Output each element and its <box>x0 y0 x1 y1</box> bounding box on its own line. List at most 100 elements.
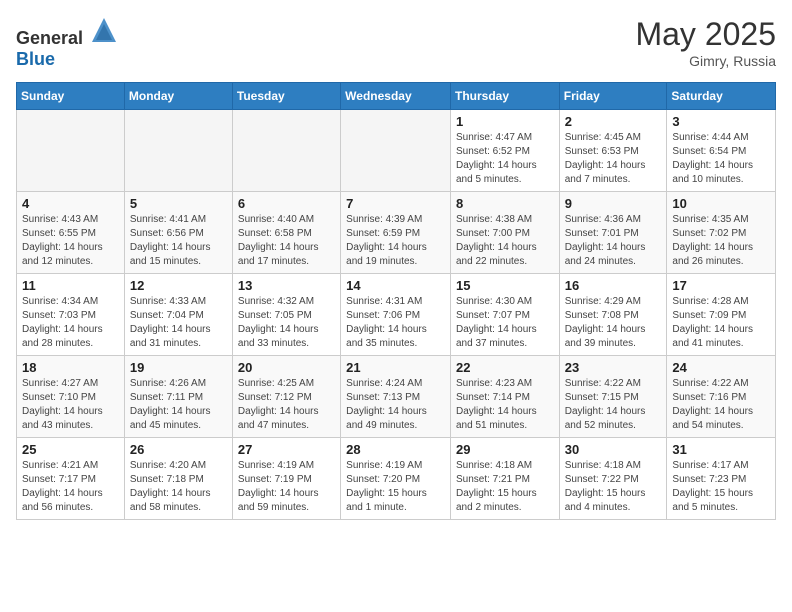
day-number: 14 <box>346 278 445 293</box>
calendar-day-cell: 14 Sunrise: 4:31 AMSunset: 7:06 PMDayligh… <box>341 274 451 356</box>
calendar-day-cell: 15 Sunrise: 4:30 AMSunset: 7:07 PMDayligh… <box>450 274 559 356</box>
day-detail: Sunrise: 4:17 AMSunset: 7:23 PMDaylight:… <box>672 459 770 515</box>
day-number: 17 <box>672 278 770 293</box>
calendar-day-cell: 16Sunrise: 4:29 AMSunset: 7:08 PMDayligh… <box>559 274 667 356</box>
day-number: 9 <box>565 196 662 211</box>
calendar-day-cell: 20 Sunrise: 4:25 AMSunset: 7:12 PMDayligh… <box>232 356 340 438</box>
day-number: 7 <box>346 196 445 211</box>
day-detail: Sunrise: 4:24 AMSunset: 7:13 PMDaylight:… <box>346 377 445 433</box>
calendar-day-cell: 30Sunrise: 4:18 AMSunset: 7:22 PMDayligh… <box>559 438 667 520</box>
day-number: 21 <box>346 360 445 375</box>
day-number: 1 <box>456 114 554 129</box>
calendar-day-cell: 19 Sunrise: 4:26 AMSunset: 7:11 PMDayligh… <box>124 356 232 438</box>
day-number: 8 <box>456 196 554 211</box>
calendar-week-row: 1Sunrise: 4:47 AMSunset: 6:52 PMDaylight… <box>17 110 776 192</box>
calendar-day-cell: 9 Sunrise: 4:36 AMSunset: 7:01 PMDaylight… <box>559 192 667 274</box>
day-of-week-header: Thursday <box>450 83 559 110</box>
day-number: 31 <box>672 442 770 457</box>
calendar-day-cell: 23 Sunrise: 4:22 AMSunset: 7:15 PMDayligh… <box>559 356 667 438</box>
day-number: 12 <box>130 278 227 293</box>
calendar-day-cell: 12 Sunrise: 4:33 AMSunset: 7:04 PMDayligh… <box>124 274 232 356</box>
day-number: 2 <box>565 114 662 129</box>
logo-general: General <box>16 28 83 48</box>
day-detail: Sunrise: 4:20 AMSunset: 7:18 PMDaylight:… <box>130 459 227 515</box>
day-detail: Sunrise: 4:41 AMSunset: 6:56 PMDaylight:… <box>130 213 227 269</box>
calendar-day-cell: 24 Sunrise: 4:22 AMSunset: 7:16 PMDayligh… <box>667 356 776 438</box>
calendar-day-cell <box>17 110 125 192</box>
day-detail: Sunrise: 4:22 AMSunset: 7:15 PMDaylight:… <box>565 377 662 433</box>
day-detail: Sunrise: 4:19 AMSunset: 7:20 PMDaylight:… <box>346 459 445 515</box>
day-number: 19 <box>130 360 227 375</box>
day-number: 11 <box>22 278 119 293</box>
month-title: May 2025 <box>635 16 776 53</box>
day-detail: Sunrise: 4:30 AMSunset: 7:07 PMDaylight:… <box>456 295 554 351</box>
day-detail: Sunrise: 4:35 AMSunset: 7:02 PMDaylight:… <box>672 213 770 269</box>
calendar-day-cell: 1Sunrise: 4:47 AMSunset: 6:52 PMDaylight… <box>450 110 559 192</box>
day-of-week-header: Tuesday <box>232 83 340 110</box>
calendar-day-cell: 26 Sunrise: 4:20 AMSunset: 7:18 PMDayligh… <box>124 438 232 520</box>
calendar-day-cell: 10Sunrise: 4:35 AMSunset: 7:02 PMDayligh… <box>667 192 776 274</box>
day-detail: Sunrise: 4:22 AMSunset: 7:16 PMDaylight:… <box>672 377 770 433</box>
day-number: 13 <box>238 278 335 293</box>
calendar-day-cell: 5 Sunrise: 4:41 AMSunset: 6:56 PMDaylight… <box>124 192 232 274</box>
day-number: 24 <box>672 360 770 375</box>
logo-text: General Blue <box>16 16 118 70</box>
calendar-day-cell: 29Sunrise: 4:18 AMSunset: 7:21 PMDayligh… <box>450 438 559 520</box>
day-detail: Sunrise: 4:19 AMSunset: 7:19 PMDaylight:… <box>238 459 335 515</box>
day-number: 23 <box>565 360 662 375</box>
day-detail: Sunrise: 4:45 AMSunset: 6:53 PMDaylight:… <box>565 131 662 187</box>
day-number: 5 <box>130 196 227 211</box>
day-detail: Sunrise: 4:26 AMSunset: 7:11 PMDaylight:… <box>130 377 227 433</box>
logo-icon <box>90 16 118 44</box>
calendar-day-cell: 18 Sunrise: 4:27 AMSunset: 7:10 PMDayligh… <box>17 356 125 438</box>
day-detail: Sunrise: 4:27 AMSunset: 7:10 PMDaylight:… <box>22 377 119 433</box>
day-of-week-header: Wednesday <box>341 83 451 110</box>
calendar-day-cell: 2 Sunrise: 4:45 AMSunset: 6:53 PMDaylight… <box>559 110 667 192</box>
day-detail: Sunrise: 4:21 AMSunset: 7:17 PMDaylight:… <box>22 459 119 515</box>
calendar-day-cell: 21 Sunrise: 4:24 AMSunset: 7:13 PMDayligh… <box>341 356 451 438</box>
day-detail: Sunrise: 4:39 AMSunset: 6:59 PMDaylight:… <box>346 213 445 269</box>
day-detail: Sunrise: 4:36 AMSunset: 7:01 PMDaylight:… <box>565 213 662 269</box>
logo-blue: Blue <box>16 49 55 69</box>
calendar-table: SundayMondayTuesdayWednesdayThursdayFrid… <box>16 82 776 520</box>
calendar-day-cell: 4Sunrise: 4:43 AMSunset: 6:55 PMDaylight… <box>17 192 125 274</box>
calendar-day-cell: 11Sunrise: 4:34 AMSunset: 7:03 PMDayligh… <box>17 274 125 356</box>
day-number: 27 <box>238 442 335 457</box>
page-header: General Blue May 2025 Gimry, Russia <box>16 16 776 70</box>
calendar-header-row: SundayMondayTuesdayWednesdayThursdayFrid… <box>17 83 776 110</box>
calendar-day-cell: 13Sunrise: 4:32 AMSunset: 7:05 PMDayligh… <box>232 274 340 356</box>
logo: General Blue <box>16 16 118 70</box>
day-detail: Sunrise: 4:44 AMSunset: 6:54 PMDaylight:… <box>672 131 770 187</box>
day-number: 25 <box>22 442 119 457</box>
calendar-day-cell: 17Sunrise: 4:28 AMSunset: 7:09 PMDayligh… <box>667 274 776 356</box>
day-detail: Sunrise: 4:18 AMSunset: 7:22 PMDaylight:… <box>565 459 662 515</box>
title-block: May 2025 Gimry, Russia <box>635 16 776 69</box>
day-detail: Sunrise: 4:38 AMSunset: 7:00 PMDaylight:… <box>456 213 554 269</box>
day-number: 15 <box>456 278 554 293</box>
day-detail: Sunrise: 4:33 AMSunset: 7:04 PMDaylight:… <box>130 295 227 351</box>
calendar-day-cell: 27 Sunrise: 4:19 AMSunset: 7:19 PMDayligh… <box>232 438 340 520</box>
calendar-day-cell: 25 Sunrise: 4:21 AMSunset: 7:17 PMDayligh… <box>17 438 125 520</box>
day-number: 20 <box>238 360 335 375</box>
calendar-day-cell: 28 Sunrise: 4:19 AMSunset: 7:20 PMDayligh… <box>341 438 451 520</box>
day-number: 29 <box>456 442 554 457</box>
calendar-week-row: 25 Sunrise: 4:21 AMSunset: 7:17 PMDayligh… <box>17 438 776 520</box>
calendar-day-cell: 8 Sunrise: 4:38 AMSunset: 7:00 PMDaylight… <box>450 192 559 274</box>
day-detail: Sunrise: 4:43 AMSunset: 6:55 PMDaylight:… <box>22 213 119 269</box>
day-detail: Sunrise: 4:23 AMSunset: 7:14 PMDaylight:… <box>456 377 554 433</box>
day-number: 16 <box>565 278 662 293</box>
day-of-week-header: Friday <box>559 83 667 110</box>
day-of-week-header: Sunday <box>17 83 125 110</box>
day-detail: Sunrise: 4:40 AMSunset: 6:58 PMDaylight:… <box>238 213 335 269</box>
day-number: 3 <box>672 114 770 129</box>
calendar-day-cell: 3 Sunrise: 4:44 AMSunset: 6:54 PMDaylight… <box>667 110 776 192</box>
calendar-day-cell: 7 Sunrise: 4:39 AMSunset: 6:59 PMDaylight… <box>341 192 451 274</box>
calendar-week-row: 18 Sunrise: 4:27 AMSunset: 7:10 PMDayligh… <box>17 356 776 438</box>
day-number: 28 <box>346 442 445 457</box>
day-number: 22 <box>456 360 554 375</box>
day-number: 18 <box>22 360 119 375</box>
day-detail: Sunrise: 4:31 AMSunset: 7:06 PMDaylight:… <box>346 295 445 351</box>
day-detail: Sunrise: 4:25 AMSunset: 7:12 PMDaylight:… <box>238 377 335 433</box>
day-number: 26 <box>130 442 227 457</box>
day-of-week-header: Monday <box>124 83 232 110</box>
